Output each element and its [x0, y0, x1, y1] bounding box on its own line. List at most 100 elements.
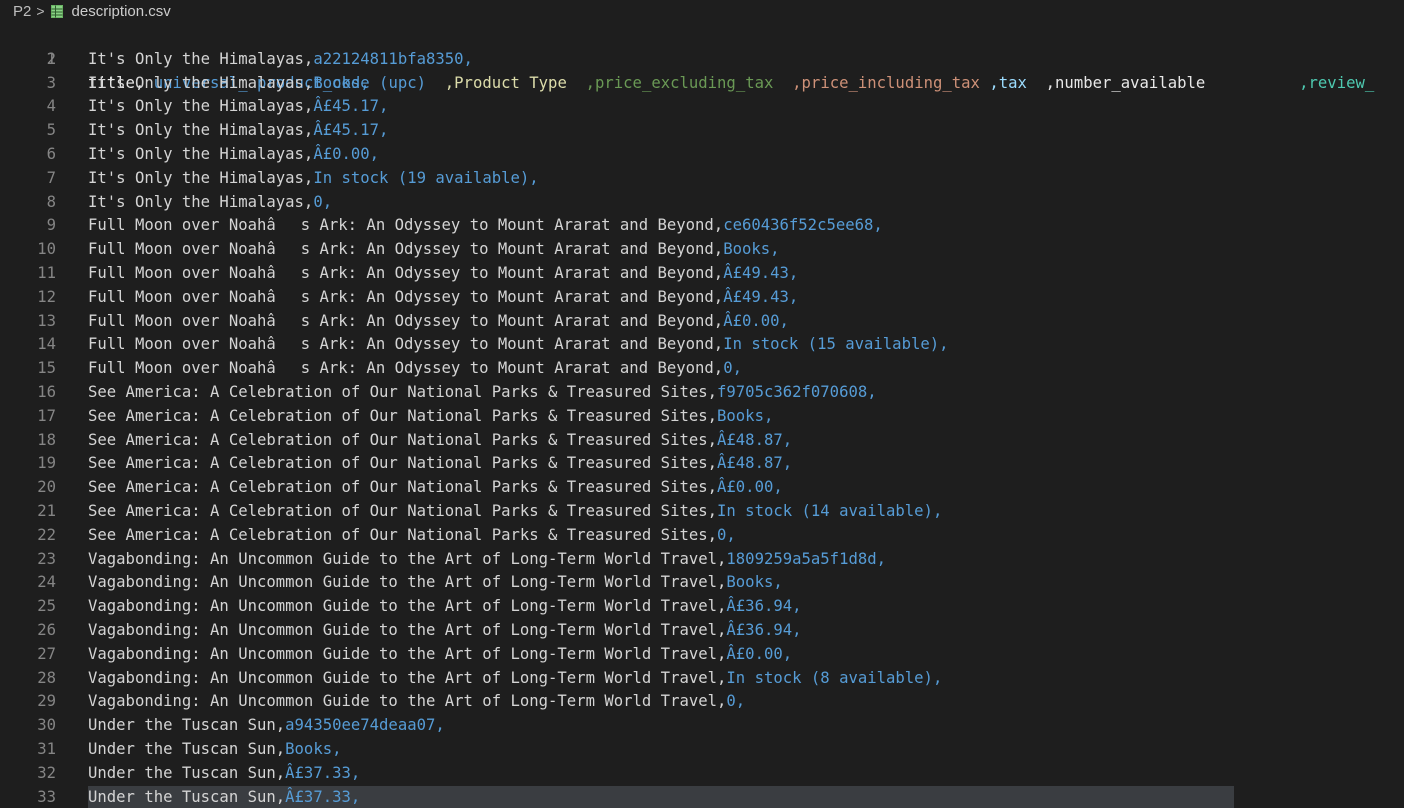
line-number: 23 [37, 549, 56, 568]
code-line[interactable]: 28 Vagabonding: An Uncommon Guide to the … [0, 667, 1404, 691]
code-line[interactable]: 18 See America: A Celebration of Our Nati… [0, 429, 1404, 453]
code-line[interactable]: 30 Under the Tuscan Sun,a94350ee74deaa07, [0, 714, 1404, 738]
csv-title-cell: Vagabonding: An Uncommon Guide to the Ar… [88, 644, 727, 663]
code-line[interactable]: 26 Vagabonding: An Uncommon Guide to the … [0, 619, 1404, 643]
csv-row: See America: A Celebration of Our Nation… [88, 500, 942, 524]
csv-title-cell: Full Moon over Noahâs Ark: An Odyssey … [88, 287, 724, 306]
code-line[interactable]: 25 Vagabonding: An Uncommon Guide to the … [0, 595, 1404, 619]
csv-row: Under the Tuscan Sun,Â£37.33, [88, 786, 360, 808]
csv-title-cell: Vagabonding: An Uncommon Guide to the Ar… [88, 620, 727, 639]
csv-title-cell: See America: A Celebration of Our Nation… [88, 406, 718, 425]
csv-value-cell: a94350ee74deaa07, [285, 716, 445, 735]
csv-row: Full Moon over Noahâs Ark: An Odyssey … [88, 238, 780, 262]
line-number: 21 [37, 501, 56, 520]
csv-value-cell: Â£45.17, [313, 121, 389, 140]
csv-title-cell: Full Moon over Noahâs Ark: An Odyssey … [88, 263, 724, 282]
breadcrumb-folder[interactable]: P2 [13, 3, 31, 20]
code-line[interactable]: 20 See America: A Celebration of Our Nati… [0, 476, 1404, 500]
code-line[interactable]: 10 Full Moon over Noahâs Ark: An Odysse… [0, 238, 1404, 262]
csv-row: It's Only the Himalayas,In stock (19 ava… [88, 167, 539, 191]
csv-value-cell: Â£37.33, [285, 787, 361, 806]
code-line[interactable]: 5 It's Only the Himalayas,Â£45.17, [0, 119, 1404, 143]
code-line[interactable]: 31 Under the Tuscan Sun,Books, [0, 738, 1404, 762]
line-number: 20 [37, 478, 56, 497]
csv-title-cell: Full Moon over Noahâs Ark: An Odyssey … [88, 240, 724, 259]
code-line[interactable]: 14 Full Moon over Noahâs Ark: An Odysse… [0, 333, 1404, 357]
csv-value-cell: Â£48.87, [717, 430, 793, 449]
csv-value-cell: Books, [717, 406, 774, 425]
csv-value-cell: Â£49.43, [723, 287, 799, 306]
csv-row: Vagabonding: An Uncommon Guide to the Ar… [88, 619, 802, 643]
csv-row: See America: A Celebration of Our Nation… [88, 476, 783, 500]
csv-table-icon [50, 4, 63, 18]
code-editor[interactable]: 1 title, universal_ product_code (upc) ,… [0, 24, 1404, 808]
csv-title-cell: See America: A Celebration of Our Nation… [88, 478, 718, 497]
code-line[interactable]: 32 Under the Tuscan Sun,Â£37.33, [0, 762, 1404, 786]
line-number: 13 [37, 311, 56, 330]
csv-value-cell: Â£0.00, [723, 311, 789, 330]
line-number: 32 [37, 763, 56, 782]
code-line[interactable]: 17 See America: A Celebration of Our Nati… [0, 405, 1404, 429]
csv-value-cell: Â£48.87, [717, 454, 793, 473]
line-number: 12 [37, 287, 56, 306]
code-line[interactable]: 27 Vagabonding: An Uncommon Guide to the … [0, 643, 1404, 667]
line-number: 31 [37, 739, 56, 758]
code-line[interactable]: 29 Vagabonding: An Uncommon Guide to the … [0, 690, 1404, 714]
csv-title-cell: It's Only the Himalayas, [88, 97, 314, 116]
code-line-header[interactable]: 1 title, universal_ product_code (upc) ,… [0, 24, 1404, 92]
chevron-right-icon: > [36, 3, 45, 19]
csv-value-cell: Â£36.94, [726, 597, 802, 616]
csv-value-cell: 0, [726, 692, 746, 711]
code-line[interactable]: 21 See America: A Celebration of Our Nati… [0, 500, 1404, 524]
code-line[interactable]: 33 Under the Tuscan Sun,Â£37.33, [0, 785, 1404, 808]
code-line[interactable]: 13 Full Moon over Noahâs Ark: An Odysse… [0, 310, 1404, 334]
csv-title-cell: Under the Tuscan Sun, [88, 716, 286, 735]
csv-row: It's Only the Himalayas,a22124811bfa8350… [88, 48, 473, 72]
code-line[interactable]: 16 See America: A Celebration of Our Nati… [0, 381, 1404, 405]
code-line[interactable]: 7 It's Only the Himalayas,In stock (19 av… [0, 167, 1404, 191]
code-line[interactable]: 6 It's Only the Himalayas,Â£0.00, [0, 143, 1404, 167]
csv-row: It's Only the Himalayas,Â£0.00, [88, 143, 379, 167]
line-number: 33 [37, 787, 56, 806]
csv-title-cell: It's Only the Himalayas, [88, 73, 314, 92]
code-line[interactable]: 11 Full Moon over Noahâs Ark: An Odysse… [0, 262, 1404, 286]
line-number: 3 [46, 73, 56, 92]
csv-value-cell: In stock (19 available), [313, 168, 539, 187]
csv-row: Under the Tuscan Sun,Books, [88, 738, 342, 762]
csv-title-cell: Under the Tuscan Sun, [88, 787, 286, 806]
csv-title-cell: Under the Tuscan Sun, [88, 739, 286, 758]
code-line[interactable]: 9 Full Moon over Noahâs Ark: An Odyssey… [0, 214, 1404, 238]
csv-row: It's Only the Himalayas,Â£45.17, [88, 119, 388, 143]
code-line[interactable]: 22 See America: A Celebration of Our Nati… [0, 524, 1404, 548]
breadcrumb-file[interactable]: description.csv [50, 3, 171, 20]
line-number: 16 [37, 382, 56, 401]
code-line[interactable]: 24 Vagabonding: An Uncommon Guide to the … [0, 571, 1404, 595]
line-number: 27 [37, 644, 56, 663]
code-line[interactable]: 3 It's Only the Himalayas,Books, [0, 72, 1404, 96]
code-line[interactable]: 2 It's Only the Himalayas,a22124811bfa835… [0, 48, 1404, 72]
csv-value-cell: Â£49.43, [723, 263, 799, 282]
csv-value-cell: In stock (14 available), [717, 501, 943, 520]
line-number: 8 [46, 192, 56, 211]
line-number: 19 [37, 454, 56, 473]
line-number: 7 [46, 168, 56, 187]
csv-value-cell: Books, [285, 739, 342, 758]
csv-value-cell: 0, [717, 525, 736, 544]
csv-title-cell: Full Moon over Noahâs Ark: An Odyssey … [88, 359, 724, 378]
code-line[interactable]: 19 See America: A Celebration of Our Nati… [0, 452, 1404, 476]
line-number: 2 [46, 49, 56, 68]
code-line[interactable]: 15 Full Moon over Noahâs Ark: An Odysse… [0, 357, 1404, 381]
code-line[interactable]: 12 Full Moon over Noahâs Ark: An Odysse… [0, 286, 1404, 310]
code-line[interactable]: 23 Vagabonding: An Uncommon Guide to the … [0, 548, 1404, 572]
csv-value-cell: 1809259a5a5f1d8d, [726, 549, 887, 568]
csv-value-cell: Â£0.00, [313, 144, 380, 163]
csv-title-cell: See America: A Celebration of Our Nation… [88, 430, 718, 449]
csv-title-cell: It's Only the Himalayas, [88, 192, 314, 211]
code-line[interactable]: 4 It's Only the Himalayas,Â£45.17, [0, 95, 1404, 119]
code-line[interactable]: 8 It's Only the Himalayas,0, [0, 191, 1404, 215]
line-number: 4 [46, 97, 56, 116]
csv-row: See America: A Celebration of Our Nation… [88, 405, 773, 429]
csv-row: Full Moon over Noahâs Ark: An Odyssey … [88, 310, 789, 334]
csv-title-cell: Full Moon over Noahâs Ark: An Odyssey … [88, 311, 724, 330]
line-number: 22 [37, 525, 56, 544]
